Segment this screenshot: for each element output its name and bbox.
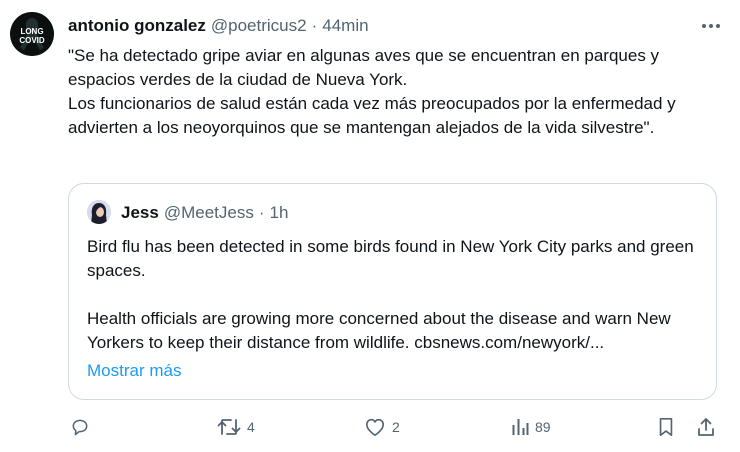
quote-header: Jess @MeetJess · 1h [121,203,288,223]
more-button[interactable] [700,17,722,35]
retweet-icon [217,419,241,435]
tweet-time[interactable]: 44min [322,16,368,36]
reply-button[interactable] [70,414,96,440]
retweet-count: 4 [247,419,255,435]
author-name[interactable]: antonio gonzalez [68,16,206,36]
quote-time[interactable]: 1h [270,203,289,223]
views-button[interactable]: 89 [511,414,551,440]
share-button[interactable] [696,414,716,440]
quoted-tweet[interactable]: Jess @MeetJess · 1h Bird flu has been de… [68,183,717,400]
author-handle[interactable]: @poetricus2 [211,16,307,36]
like-count: 2 [392,419,400,435]
share-icon [698,418,714,436]
tweet[interactable]: LONG COVID antonio gonzalez @poetricus2 … [0,0,740,452]
more-icon [702,24,720,28]
quote-text-line: Bird flu has been detected in some birds… [87,237,694,280]
quote-text-line: Health officials are growing more concer… [87,309,671,352]
tweet-text-line: Los funcionarios de salud están cada vez… [68,94,676,137]
avatar-text-bottom: COVID [19,36,45,45]
quote-author-avatar[interactable] [87,200,111,224]
tweet-text: "Se ha detectado gripe aviar en algunas … [68,44,728,140]
action-bar: 4 2 89 [68,414,728,440]
reply-icon [72,419,88,436]
views-count: 89 [535,419,551,435]
quote-text: Bird flu has been detected in some birds… [87,235,707,355]
quote-author-handle[interactable]: @MeetJess [164,203,254,223]
views-icon [512,419,529,435]
bookmark-icon [659,418,673,436]
tweet-text-line: "Se ha detectado gripe aviar en algunas … [68,46,660,89]
retweet-button[interactable]: 4 [217,414,255,440]
show-more-link[interactable]: Mostrar más [87,361,181,381]
avatar-text-top: LONG [20,27,43,36]
quote-separator-dot: · [258,203,265,222]
tweet-header: antonio gonzalez @poetricus2 · 44min [68,14,369,38]
author-avatar[interactable]: LONG COVID [10,12,54,56]
heart-icon [366,418,384,436]
quote-author-name[interactable]: Jess [121,203,159,223]
like-button[interactable]: 2 [364,414,400,440]
separator-dot: · [311,16,318,35]
bookmark-button[interactable] [657,414,675,440]
